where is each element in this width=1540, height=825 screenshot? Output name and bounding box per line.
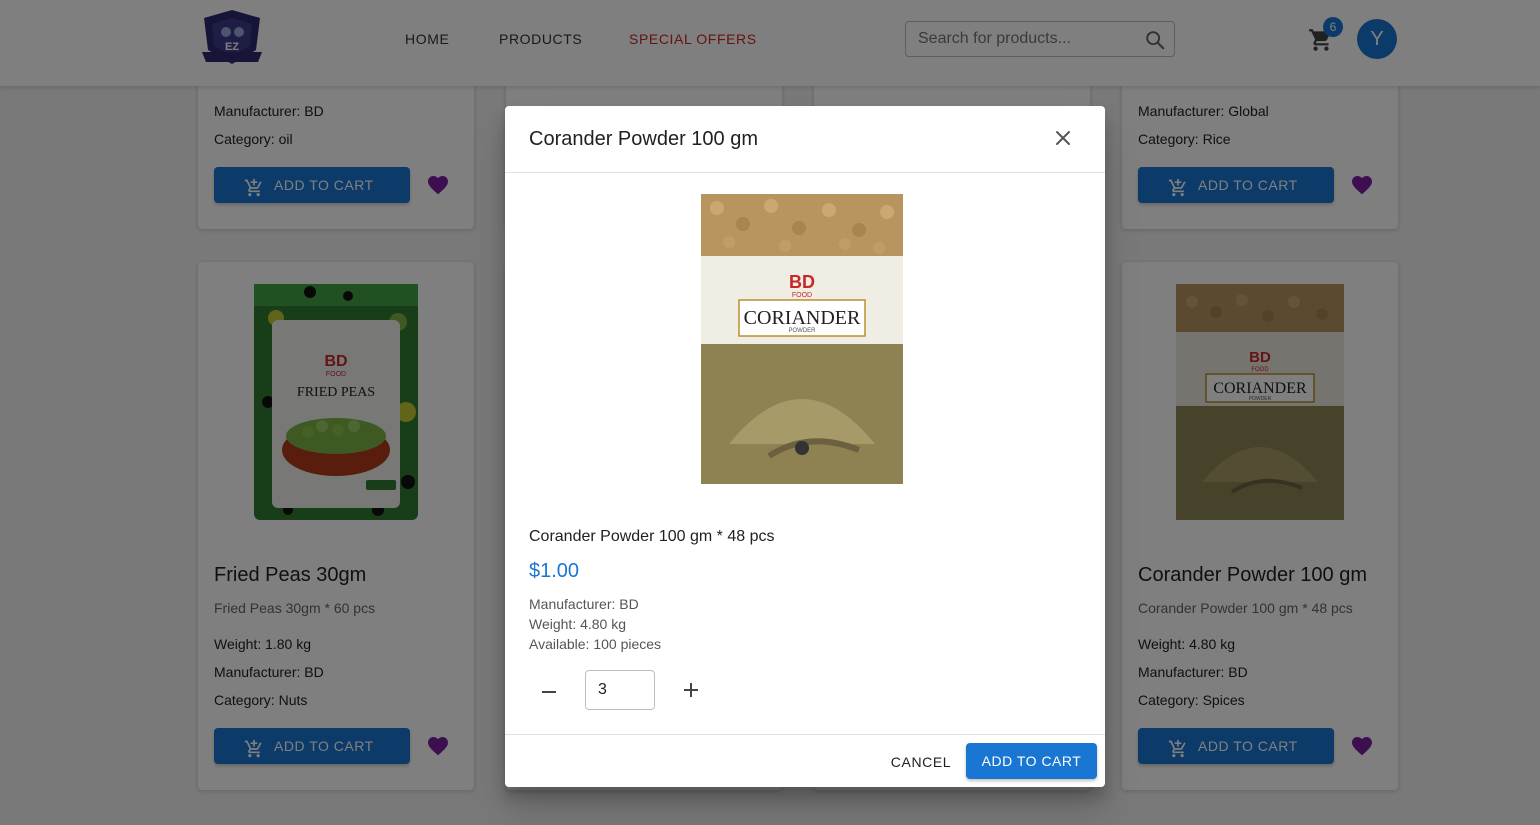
- dialog-availability: Available: 100 pieces: [529, 636, 662, 652]
- svg-text:BD: BD: [789, 272, 815, 292]
- dialog-title: Corander Powder 100 gm: [529, 128, 759, 150]
- dialog-divider: [505, 172, 1105, 173]
- increase-quantity-icon[interactable]: [679, 678, 703, 702]
- dialog-manufacturer: Manufacturer: BD: [529, 596, 639, 612]
- close-icon[interactable]: [1051, 126, 1075, 150]
- product-detail-dialog: Corander Powder 100 gm BD FOOD CORIANDER…: [505, 106, 1105, 787]
- svg-text:CORIANDER: CORIANDER: [744, 307, 861, 329]
- dialog-description: Corander Powder 100 gm * 48 pcs: [529, 528, 775, 545]
- svg-text:FOOD: FOOD: [792, 292, 812, 299]
- dialog-add-to-cart-button[interactable]: ADD TO CART: [966, 743, 1097, 779]
- dialog-price: $1.00: [529, 560, 580, 582]
- decrease-quantity-icon[interactable]: [537, 680, 561, 704]
- dialog-weight: Weight: 4.80 kg: [529, 616, 627, 632]
- dialog-actions-divider: [505, 734, 1105, 735]
- svg-text:POWDER: POWDER: [789, 328, 817, 334]
- quantity-input[interactable]: [585, 670, 655, 710]
- cancel-button[interactable]: CANCEL: [881, 750, 961, 774]
- product-image: BD FOOD CORIANDER POWDER: [699, 194, 905, 484]
